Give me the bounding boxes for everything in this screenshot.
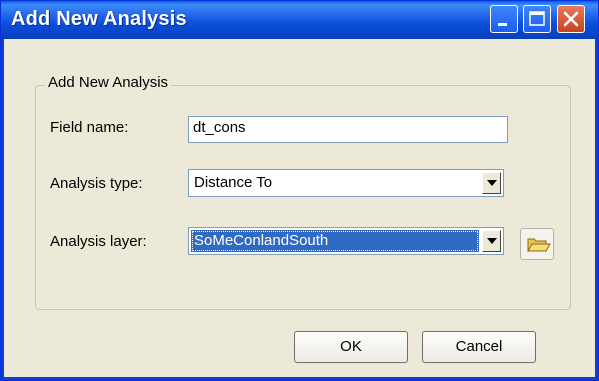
window-frame-bottom (1, 377, 598, 380)
dialog-window: Add New Analysis Add New Analysis Field … (0, 0, 599, 381)
close-button[interactable] (557, 5, 585, 33)
window-frame-left (1, 39, 4, 380)
group-box-label: Add New Analysis (45, 74, 172, 91)
analysis-layer-value: SoMeConlandSouth (191, 230, 479, 252)
chevron-down-icon (487, 180, 497, 186)
analysis-layer-select[interactable]: SoMeConlandSouth (188, 227, 504, 255)
cancel-button[interactable]: Cancel (422, 331, 536, 363)
close-icon (563, 11, 579, 27)
maximize-button[interactable] (523, 5, 551, 33)
analysis-type-dropdown-button[interactable] (482, 172, 501, 194)
chevron-down-icon (487, 238, 497, 244)
minimize-icon (498, 23, 507, 26)
analysis-type-value: Distance To (194, 174, 273, 191)
folder-open-icon (527, 238, 551, 252)
analysis-type-label: Analysis type: (50, 175, 143, 192)
analysis-layer-label: Analysis layer: (50, 233, 147, 250)
title-bar[interactable]: Add New Analysis (1, 1, 598, 39)
field-name-label: Field name: (50, 119, 129, 136)
analysis-type-select[interactable]: Distance To (188, 169, 504, 197)
minimize-button[interactable] (490, 5, 518, 33)
field-name-input[interactable]: dt_cons (188, 116, 508, 143)
analysis-layer-dropdown-button[interactable] (482, 230, 501, 252)
window-title: Add New Analysis (11, 8, 187, 30)
ok-button[interactable]: OK (294, 331, 408, 363)
maximize-icon (529, 11, 545, 26)
window-frame-right (595, 39, 598, 380)
browse-layer-button[interactable] (520, 228, 554, 260)
